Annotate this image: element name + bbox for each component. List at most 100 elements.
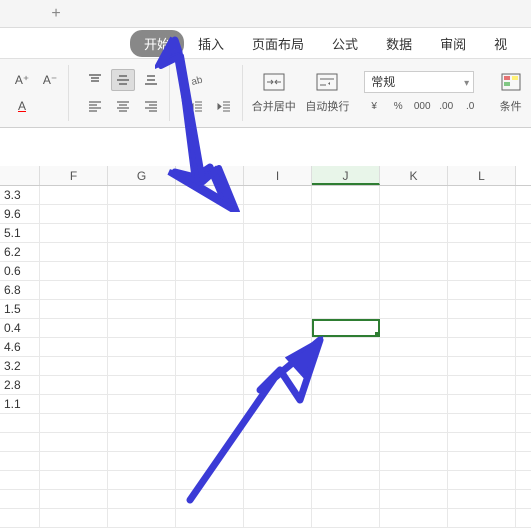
cell[interactable] bbox=[108, 376, 176, 394]
cell[interactable]: 4.6 bbox=[0, 338, 40, 356]
cell[interactable] bbox=[312, 338, 380, 356]
cell[interactable] bbox=[244, 376, 312, 394]
cell[interactable] bbox=[312, 395, 380, 413]
cell[interactable] bbox=[380, 357, 448, 375]
cell[interactable] bbox=[108, 509, 176, 527]
col-header-i[interactable]: I bbox=[244, 166, 312, 185]
cell[interactable] bbox=[244, 433, 312, 451]
cell[interactable]: 0.4 bbox=[0, 319, 40, 337]
percent-button[interactable]: % bbox=[388, 97, 408, 115]
cell[interactable] bbox=[40, 243, 108, 261]
col-header-j[interactable]: J bbox=[312, 166, 380, 185]
cell[interactable] bbox=[380, 490, 448, 508]
cell[interactable] bbox=[40, 281, 108, 299]
cell[interactable] bbox=[0, 490, 40, 508]
cell[interactable] bbox=[108, 452, 176, 470]
cell[interactable] bbox=[312, 471, 380, 489]
cell[interactable] bbox=[108, 338, 176, 356]
cell[interactable] bbox=[244, 414, 312, 432]
cell[interactable] bbox=[0, 452, 40, 470]
wrap-text-button[interactable]: 自动换行 bbox=[305, 65, 351, 121]
orientation-button[interactable]: ab bbox=[184, 69, 208, 91]
cell[interactable] bbox=[176, 433, 244, 451]
cell[interactable] bbox=[40, 186, 108, 204]
tab-formulas[interactable]: 公式 bbox=[318, 30, 372, 57]
cell[interactable] bbox=[244, 490, 312, 508]
cell[interactable] bbox=[380, 262, 448, 280]
cell[interactable] bbox=[244, 262, 312, 280]
cell[interactable]: 1.5 bbox=[0, 300, 40, 318]
cell[interactable] bbox=[312, 224, 380, 242]
cell[interactable] bbox=[176, 338, 244, 356]
cell[interactable] bbox=[448, 319, 516, 337]
cell[interactable] bbox=[40, 509, 108, 527]
cell[interactable] bbox=[40, 395, 108, 413]
cell[interactable] bbox=[380, 205, 448, 223]
cell[interactable] bbox=[40, 433, 108, 451]
cell[interactable] bbox=[108, 243, 176, 261]
align-top-button[interactable] bbox=[83, 69, 107, 91]
cell[interactable] bbox=[40, 224, 108, 242]
cell[interactable] bbox=[448, 243, 516, 261]
cell[interactable] bbox=[380, 433, 448, 451]
cell[interactable] bbox=[244, 471, 312, 489]
cell[interactable] bbox=[312, 490, 380, 508]
cell[interactable] bbox=[176, 376, 244, 394]
cell[interactable] bbox=[312, 376, 380, 394]
number-format-select[interactable]: 常规 bbox=[364, 71, 474, 93]
cell[interactable] bbox=[0, 414, 40, 432]
cell[interactable] bbox=[0, 509, 40, 527]
cell[interactable] bbox=[176, 490, 244, 508]
cell[interactable] bbox=[312, 243, 380, 261]
increase-indent-button[interactable] bbox=[212, 95, 236, 117]
cell[interactable] bbox=[176, 281, 244, 299]
font-increase-button[interactable]: A⁺ bbox=[10, 69, 34, 91]
new-tab-button[interactable]: + bbox=[40, 2, 72, 26]
cell[interactable] bbox=[380, 452, 448, 470]
tab-insert[interactable]: 插入 bbox=[184, 30, 238, 57]
cell[interactable] bbox=[108, 300, 176, 318]
cell[interactable] bbox=[176, 414, 244, 432]
tab-home[interactable]: 开始 bbox=[130, 30, 184, 57]
cell[interactable] bbox=[108, 319, 176, 337]
cell[interactable] bbox=[244, 509, 312, 527]
cell[interactable]: 5.1 bbox=[0, 224, 40, 242]
align-bottom-button[interactable] bbox=[139, 69, 163, 91]
cell[interactable] bbox=[176, 243, 244, 261]
col-header-f[interactable]: F bbox=[40, 166, 108, 185]
cell[interactable] bbox=[108, 490, 176, 508]
cell[interactable]: 0.6 bbox=[0, 262, 40, 280]
cell[interactable] bbox=[312, 186, 380, 204]
cell[interactable] bbox=[40, 338, 108, 356]
cell[interactable] bbox=[40, 490, 108, 508]
font-decrease-button[interactable]: A⁻ bbox=[38, 69, 62, 91]
cell[interactable] bbox=[108, 395, 176, 413]
cell[interactable] bbox=[380, 509, 448, 527]
cell[interactable]: 3.2 bbox=[0, 357, 40, 375]
cell[interactable] bbox=[448, 395, 516, 413]
cell[interactable] bbox=[380, 338, 448, 356]
cell[interactable] bbox=[40, 205, 108, 223]
decrease-decimal-button[interactable]: .0 bbox=[460, 97, 480, 115]
cell[interactable] bbox=[312, 452, 380, 470]
cell[interactable] bbox=[448, 186, 516, 204]
cell[interactable] bbox=[244, 205, 312, 223]
cell[interactable] bbox=[244, 186, 312, 204]
cell[interactable] bbox=[244, 452, 312, 470]
cell[interactable] bbox=[40, 262, 108, 280]
col-header-l[interactable]: L bbox=[448, 166, 516, 185]
tab-page-layout[interactable]: 页面布局 bbox=[238, 30, 318, 57]
cell[interactable] bbox=[380, 300, 448, 318]
cell[interactable] bbox=[380, 395, 448, 413]
cell[interactable] bbox=[380, 414, 448, 432]
cell[interactable] bbox=[176, 319, 244, 337]
cell[interactable] bbox=[40, 471, 108, 489]
cell[interactable] bbox=[244, 224, 312, 242]
cell[interactable] bbox=[312, 509, 380, 527]
cell[interactable] bbox=[448, 262, 516, 280]
col-header-k[interactable]: K bbox=[380, 166, 448, 185]
cell[interactable] bbox=[176, 452, 244, 470]
cell[interactable] bbox=[448, 300, 516, 318]
cell[interactable] bbox=[108, 433, 176, 451]
cell[interactable] bbox=[176, 300, 244, 318]
